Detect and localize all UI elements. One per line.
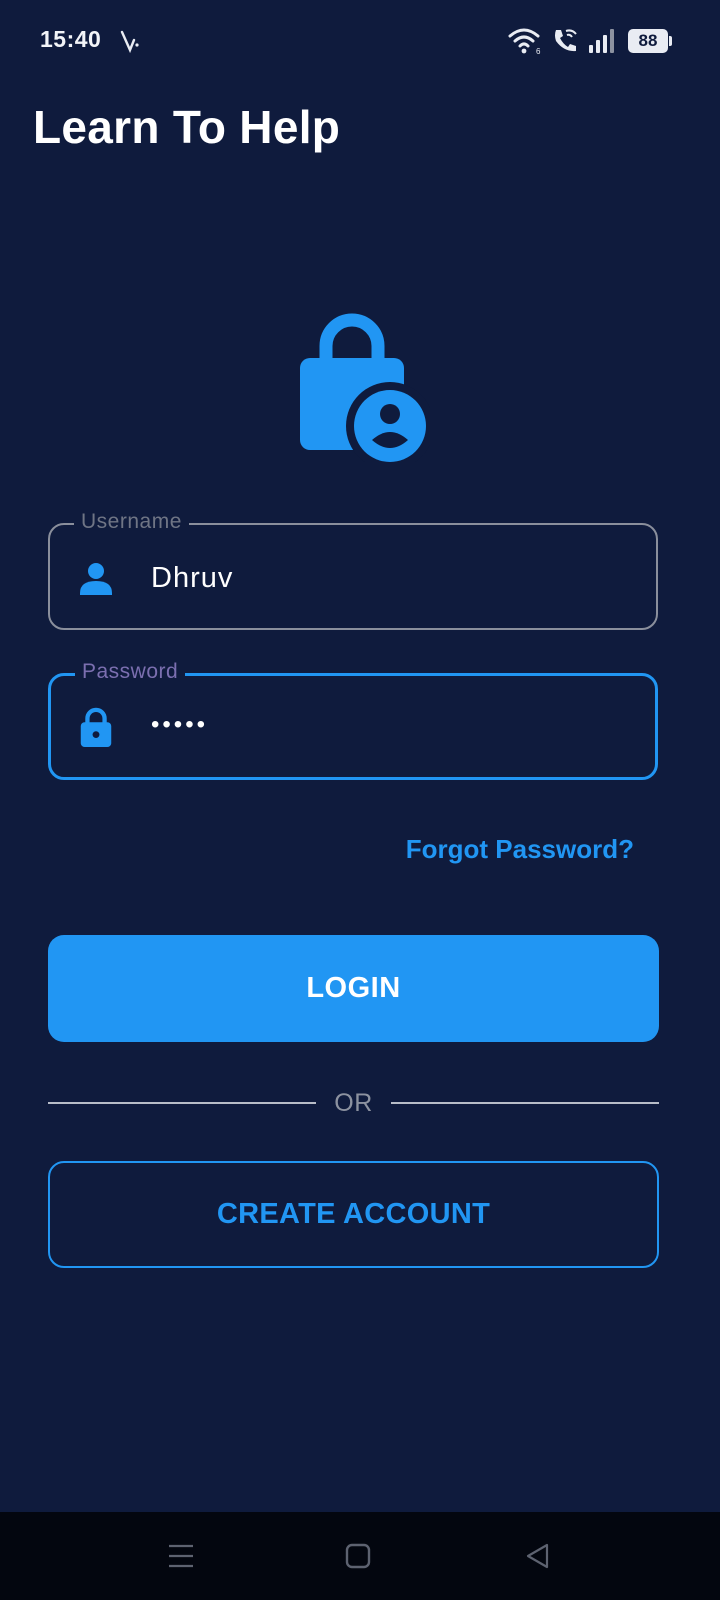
home-icon[interactable] xyxy=(342,1540,374,1572)
status-time: 15:40 xyxy=(40,26,102,52)
password-label: Password xyxy=(75,659,186,685)
or-divider: OR xyxy=(48,1088,659,1118)
svg-text:6: 6 xyxy=(536,47,541,55)
forgot-password-link[interactable]: Forgot Password? xyxy=(406,834,634,865)
username-field[interactable]: Username Dhruv xyxy=(48,509,658,630)
lock-icon xyxy=(80,707,112,747)
status-bar: 15:40 6 88 xyxy=(0,0,720,84)
or-label: OR xyxy=(334,1088,373,1117)
back-icon[interactable] xyxy=(522,1540,554,1572)
login-button[interactable]: LOGIN xyxy=(48,935,659,1042)
page-title: Learn To Help xyxy=(33,101,341,153)
divider-line-right xyxy=(390,1102,659,1104)
status-icons: 6 88 xyxy=(508,26,672,56)
wifi-call-icon xyxy=(555,29,577,52)
username-input[interactable]: Dhruv xyxy=(151,559,233,597)
menu-icon[interactable] xyxy=(165,1540,197,1572)
password-input[interactable]: ••••• xyxy=(151,706,208,744)
lock-person-icon xyxy=(300,313,430,462)
battery-tip xyxy=(669,36,672,46)
username-label: Username xyxy=(74,509,189,535)
wifi-icon: 6 xyxy=(508,28,541,55)
create-account-button[interactable]: CREATE ACCOUNT xyxy=(48,1161,659,1268)
signal-icon xyxy=(589,29,614,53)
notification-icon xyxy=(120,30,139,54)
battery-level: 88 xyxy=(628,29,668,53)
password-field[interactable]: Password ••••• xyxy=(48,659,658,780)
person-icon xyxy=(80,563,112,595)
divider-line-left xyxy=(48,1102,317,1104)
navigation-bar xyxy=(0,1512,720,1600)
battery-icon: 88 xyxy=(628,29,672,53)
